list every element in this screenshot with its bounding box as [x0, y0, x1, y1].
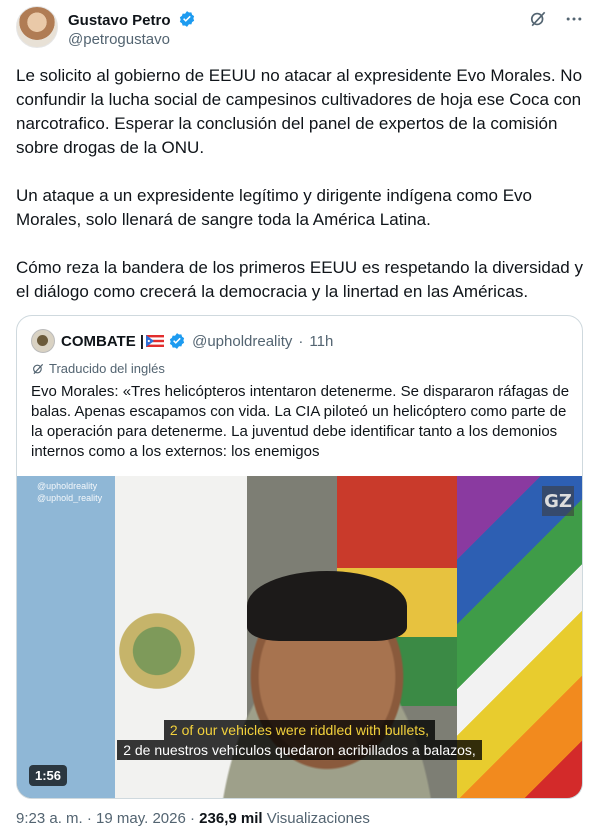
tweet-header: Gustavo Petro @petrogustavo — [16, 6, 585, 50]
tweet-date[interactable]: 19 may. 2026 — [96, 810, 186, 827]
quote-author-name[interactable]: COMBATE | — [61, 333, 144, 350]
grok-icon[interactable] — [527, 8, 549, 30]
quote-time[interactable]: 11h — [309, 333, 333, 350]
quote-author-handle[interactable]: @upholdreality — [192, 333, 292, 350]
quoted-tweet[interactable]: COMBATE | @upholdreality · 11h Traducido… — [16, 315, 583, 799]
verified-icon — [169, 333, 185, 349]
quote-avatar[interactable] — [31, 329, 55, 353]
verified-icon — [179, 11, 194, 27]
author-handle[interactable]: @petrogustavo — [68, 31, 170, 48]
tweet-text: Le solicito al gobierno de EEUU no ataca… — [16, 64, 586, 328]
subtitle-english: 2 of our vehicles were riddled with bull… — [163, 720, 436, 740]
author-name[interactable]: Gustavo Petro — [68, 12, 171, 29]
corner-logo: GZ — [542, 486, 574, 516]
author-name-row[interactable]: Gustavo Petro — [68, 10, 196, 29]
watermark-line: @uphold_reality — [37, 493, 103, 503]
separator-dot: · — [190, 810, 195, 827]
separator-dot: · — [298, 332, 304, 350]
tweet-paragraph: Le solicito al gobierno de EEUU no ataca… — [16, 66, 583, 157]
translated-note: Traducido del inglés — [31, 361, 165, 376]
more-icon[interactable] — [563, 8, 585, 30]
separator-dot: · — [86, 810, 92, 827]
translate-icon — [33, 363, 44, 374]
video-watermark: @upholdreality @uphold_reality — [37, 480, 102, 504]
subtitle-spanish: 2 de nuestros vehículos quedaron acribil… — [117, 740, 482, 760]
tweet-paragraph: Cómo reza la bandera de los primeros EEU… — [16, 258, 583, 301]
quote-video[interactable]: @upholdreality @uphold_reality GZ 2 of o… — [17, 476, 582, 798]
video-duration: 1:56 — [29, 765, 68, 786]
translated-label: Traducido del inglés — [49, 361, 165, 376]
tweet-meta: 9:23 a. m. · 19 may. 2026 · 236,9 mil Vi… — [16, 810, 370, 827]
watermark-line: @upholdreality — [37, 481, 98, 491]
quote-header: COMBATE | @upholdreality · 11h — [31, 329, 333, 353]
quote-text: Evo Morales: «Tres helicópteros intentar… — [31, 383, 570, 460]
tweet-time[interactable]: 9:23 a. m. — [16, 810, 83, 827]
puerto-rico-flag-icon — [146, 335, 165, 347]
views-label[interactable]: Visualizaciones — [267, 810, 370, 827]
tweet-paragraph: Un ataque a un expresidente legítimo y d… — [16, 186, 532, 229]
speaker-hair — [247, 571, 407, 641]
video-subtitles: 2 of our vehicles were riddled with bull… — [17, 720, 582, 760]
views-count[interactable]: 236,9 mil — [199, 810, 262, 827]
author-avatar[interactable] — [16, 6, 58, 48]
